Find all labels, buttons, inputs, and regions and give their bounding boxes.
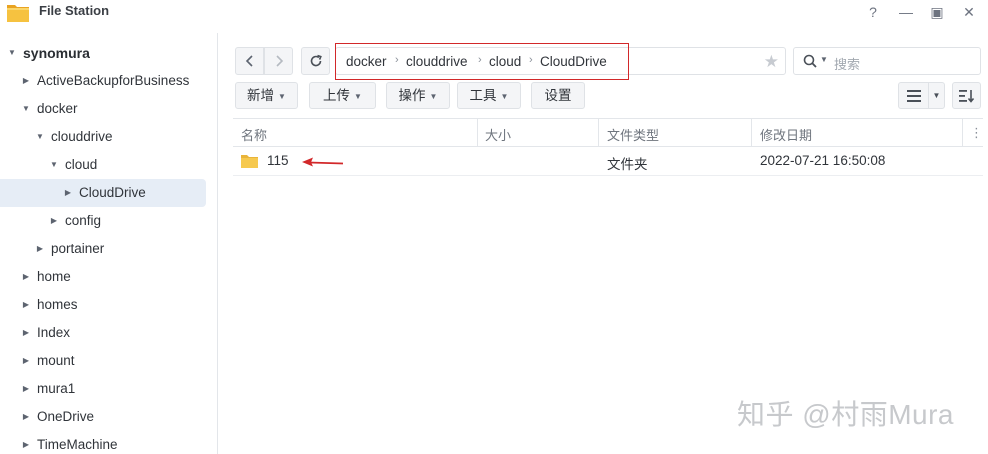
collapse-arrow-icon[interactable]: ▶ <box>21 319 31 347</box>
tree-item-homes[interactable]: ▶ homes <box>0 291 206 319</box>
folder-tree: ▼ synomura ▶ ActiveBackupforBusiness ▼ d… <box>0 33 218 454</box>
favorite-star-icon[interactable]: ★ <box>764 52 779 72</box>
caret-down-icon: ▼ <box>278 92 286 101</box>
tree-item-portainer[interactable]: ▶ portainer <box>0 235 206 263</box>
expand-arrow-icon[interactable]: ▼ <box>35 123 45 151</box>
search-placeholder: 搜索 <box>834 57 861 72</box>
column-divider[interactable] <box>962 119 963 147</box>
column-size-header[interactable]: 大小 <box>485 125 511 144</box>
close-button[interactable]: ✕ <box>960 3 978 21</box>
file-name[interactable]: 115 <box>267 153 289 168</box>
collapse-arrow-icon[interactable]: ▶ <box>21 375 31 403</box>
breadcrumb-docker[interactable]: docker <box>346 54 387 69</box>
file-station-icon <box>7 5 29 22</box>
tree-item-docker[interactable]: ▼ docker <box>0 95 206 123</box>
breadcrumb-separator: › <box>529 54 533 66</box>
tree-item-cloud[interactable]: ▼ cloud <box>0 151 206 179</box>
breadcrumb-separator: › <box>478 54 482 66</box>
column-options-icon[interactable]: ⋮ <box>970 125 983 141</box>
view-options-dropdown[interactable]: ▼ <box>928 82 945 109</box>
tree-item-activebackupforbusiness[interactable]: ▶ ActiveBackupforBusiness <box>0 67 206 95</box>
upload-button[interactable]: 上传 ▼ <box>309 82 376 109</box>
settings-button-label: 设置 <box>544 88 572 103</box>
tree-item-clouddrive-selected[interactable]: ▶ CloudDrive <box>0 179 206 207</box>
tree-item-mura1[interactable]: ▶ mura1 <box>0 375 206 403</box>
caret-down-icon: ▼ <box>500 92 509 101</box>
column-modified-header[interactable]: 修改日期 <box>760 125 812 144</box>
file-modified: 2022-07-21 16:50:08 <box>760 153 886 168</box>
settings-button[interactable]: 设置 <box>531 82 585 109</box>
collapse-arrow-icon[interactable]: ▶ <box>21 67 31 95</box>
refresh-icon <box>310 54 322 67</box>
caret-down-icon: ▼ <box>429 92 438 101</box>
help-button[interactable]: ? <box>864 3 882 21</box>
new-button[interactable]: 新增 ▼ <box>235 82 298 109</box>
column-type-header[interactable]: 文件类型 <box>607 125 659 144</box>
action-button[interactable]: 操作 ▼ <box>386 82 450 109</box>
path-bar[interactable]: docker › clouddrive › cloud › CloudDrive… <box>335 47 786 75</box>
table-row[interactable]: 115 文件夹 2022-07-21 16:50:08 <box>233 147 983 176</box>
tree-item-onedrive[interactable]: ▶ OneDrive <box>0 403 206 431</box>
forward-button[interactable] <box>264 47 293 75</box>
breadcrumb-cloud[interactable]: cloud <box>489 54 521 69</box>
collapse-arrow-icon[interactable]: ▶ <box>35 235 45 263</box>
collapse-arrow-icon[interactable]: ▶ <box>21 291 31 319</box>
refresh-button[interactable] <box>301 47 330 75</box>
app-title: File Station <box>39 3 110 18</box>
list-view-icon <box>906 90 921 102</box>
column-divider[interactable] <box>477 119 478 147</box>
breadcrumb-clouddrive-current[interactable]: CloudDrive <box>540 54 607 69</box>
chevron-right-icon <box>275 55 283 67</box>
search-icon <box>803 54 817 68</box>
file-list-header: 名称 大小 文件类型 修改日期 ⋮ <box>233 118 983 147</box>
tree-item-timemachine[interactable]: ▶ TimeMachine <box>0 431 206 454</box>
column-divider[interactable] <box>598 119 599 147</box>
column-name-header[interactable]: 名称 <box>241 125 267 144</box>
collapse-arrow-icon[interactable]: ▶ <box>63 179 73 207</box>
watermark: 知乎 @村雨Mura <box>737 399 954 430</box>
caret-down-icon: ▼ <box>932 91 941 100</box>
maximize-button[interactable]: ▣ <box>928 3 946 21</box>
folder-icon <box>241 155 258 168</box>
sort-icon <box>958 90 974 103</box>
tree-item-home[interactable]: ▶ home <box>0 263 206 291</box>
minimize-button[interactable]: — <box>897 3 915 21</box>
tools-button[interactable]: 工具 ▼ <box>457 82 521 109</box>
red-arrow-annotation <box>302 157 344 167</box>
tree-item-index[interactable]: ▶ Index <box>0 319 206 347</box>
file-type: 文件夹 <box>607 157 648 172</box>
column-divider[interactable] <box>751 119 752 147</box>
collapse-arrow-icon[interactable]: ▶ <box>49 207 59 235</box>
collapse-arrow-icon[interactable]: ▶ <box>21 403 31 431</box>
tree-item-config[interactable]: ▶ config <box>0 207 206 235</box>
upload-button-label: 上传 <box>323 88 351 103</box>
caret-down-icon: ▼ <box>354 92 362 101</box>
breadcrumb-clouddrive[interactable]: clouddrive <box>406 54 468 69</box>
tree-item-mount[interactable]: ▶ mount <box>0 347 206 375</box>
breadcrumb-separator: › <box>395 54 399 66</box>
tree-item-clouddrive[interactable]: ▼ clouddrive <box>0 123 206 151</box>
expand-arrow-icon[interactable]: ▼ <box>21 95 31 123</box>
expand-arrow-icon[interactable]: ▼ <box>7 39 17 67</box>
collapse-arrow-icon[interactable]: ▶ <box>21 347 31 375</box>
collapse-arrow-icon[interactable]: ▶ <box>21 263 31 291</box>
sort-button[interactable] <box>952 82 981 109</box>
search-input[interactable]: ▼ 搜索 <box>793 47 981 75</box>
tools-button-label: 工具 <box>469 88 497 103</box>
back-button[interactable] <box>235 47 264 75</box>
new-button-label: 新增 <box>247 88 275 103</box>
collapse-arrow-icon[interactable]: ▶ <box>21 431 31 454</box>
chevron-left-icon <box>245 55 253 67</box>
list-view-button[interactable] <box>898 82 929 109</box>
expand-arrow-icon[interactable]: ▼ <box>49 151 59 179</box>
tree-item-synomura[interactable]: ▼ synomura <box>0 39 206 67</box>
action-button-label: 操作 <box>398 88 426 103</box>
search-options-caret-icon[interactable]: ▼ <box>820 55 828 64</box>
title-bar: File Station ? — ▣ ✕ <box>0 0 988 26</box>
